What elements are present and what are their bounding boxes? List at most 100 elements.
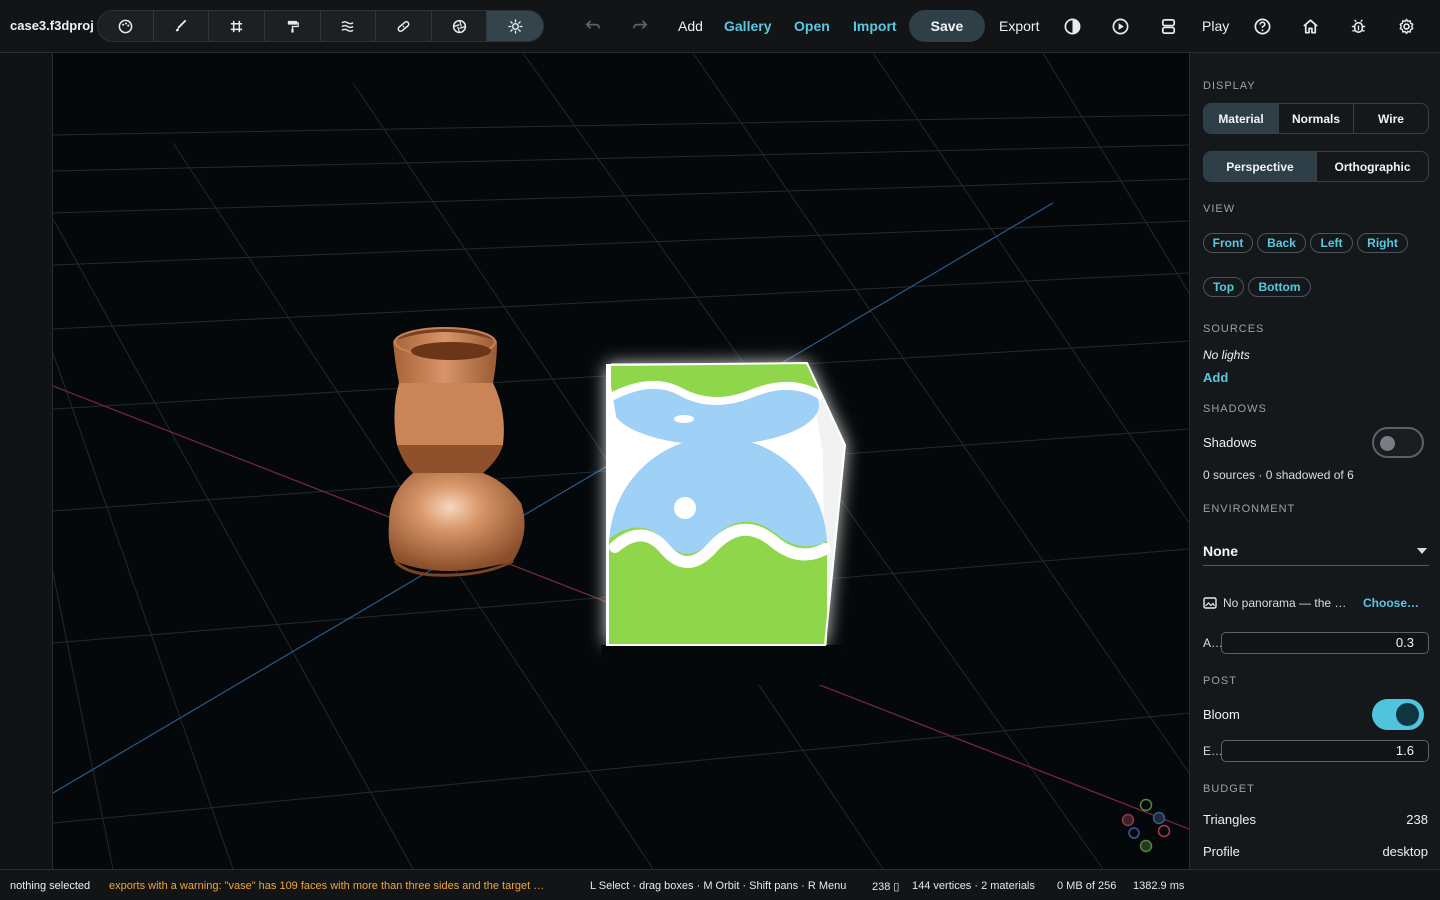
panorama-status-text: No panorama — the … <box>1223 596 1347 610</box>
ambient-label: A… <box>1203 636 1224 650</box>
control-hints: L Select · drag boxes · M Orbit · Shift … <box>590 880 847 892</box>
view-left-button[interactable]: Left <box>1310 233 1353 253</box>
add-light-link[interactable]: Add <box>1203 370 1228 385</box>
brush-tool-button[interactable] <box>154 11 210 41</box>
aperture-tool-button[interactable] <box>432 11 488 41</box>
selection-status: nothing selected <box>10 880 91 892</box>
image-icon <box>1203 597 1217 609</box>
top-toolbar: case3.f3dproj Add Gallery Open Import Sa… <box>0 0 1440 53</box>
shadows-toggle[interactable] <box>1372 427 1424 458</box>
projection-selector: Perspective Orthographic <box>1203 151 1429 182</box>
normals-mode-button[interactable]: Normals <box>1279 104 1354 133</box>
logo-cube-model[interactable] <box>601 353 847 685</box>
toggle-knob <box>1396 703 1419 726</box>
home-icon <box>1302 18 1318 34</box>
profile-value: desktop <box>1382 844 1428 859</box>
view-top-button[interactable]: Top <box>1203 277 1244 297</box>
properties-panel: DISPLAY Material Normals Wire Perspectiv… <box>1189 53 1440 869</box>
shadows-label: Shadows <box>1203 435 1257 450</box>
redo-icon <box>632 19 647 29</box>
triangle-count: 238 ▯ <box>872 881 900 893</box>
shadows-section-title: SHADOWS <box>1203 403 1267 415</box>
palette-tool-button[interactable] <box>98 11 154 41</box>
orthographic-button[interactable]: Orthographic <box>1317 152 1428 181</box>
help-icon <box>1254 18 1270 34</box>
contrast-button[interactable] <box>1059 13 1085 39</box>
undo-button[interactable] <box>579 13 605 39</box>
layout-button[interactable] <box>1155 13 1181 39</box>
bandage-tool-button[interactable] <box>376 11 432 41</box>
import-link[interactable]: Import <box>853 18 897 34</box>
export-warning[interactable]: exports with a warning: "vase" has 109 f… <box>109 880 579 892</box>
add-button[interactable]: Add <box>678 18 703 34</box>
sources-section-title: SOURCES <box>1203 323 1265 335</box>
bug-icon <box>1351 18 1365 33</box>
bandage-icon <box>397 20 410 32</box>
environment-section-title: ENVIRONMENT <box>1203 503 1296 515</box>
display-section-title: DISPLAY <box>1203 80 1256 92</box>
axis-gizmo[interactable] <box>1121 798 1171 853</box>
grid-tool-button[interactable] <box>209 11 265 41</box>
3d-viewport[interactable] <box>53 53 1189 869</box>
scene-canvas[interactable] <box>53 53 1189 869</box>
redo-button[interactable] <box>627 13 653 39</box>
environment-selected-value: None <box>1203 543 1238 559</box>
status-bar: nothing selected exports with a warning:… <box>0 869 1440 900</box>
play-circle-icon <box>1112 18 1128 34</box>
bloom-label: Bloom <box>1203 707 1240 722</box>
waves-icon <box>341 20 354 32</box>
post-section-title: POST <box>1203 675 1237 687</box>
chevron-down-icon <box>1417 548 1427 554</box>
contrast-icon <box>1064 18 1080 34</box>
paint-roller-icon <box>287 20 299 33</box>
environment-select[interactable]: None <box>1203 536 1429 566</box>
project-name: case3.f3dproj <box>10 18 94 33</box>
triangles-label: Triangles <box>1203 812 1256 827</box>
no-lights-text: No lights <box>1203 348 1250 362</box>
exposure-label: E… <box>1203 744 1224 758</box>
profile-label: Profile <box>1203 844 1240 859</box>
home-button[interactable] <box>1297 13 1323 39</box>
preview-play-button[interactable] <box>1107 13 1133 39</box>
grid-icon <box>230 20 243 32</box>
layout-icon <box>1161 18 1175 34</box>
z-axis-line <box>53 202 1054 794</box>
view-section-title: VIEW <box>1203 203 1236 215</box>
exposure-input[interactable]: 1.6 <box>1221 740 1429 762</box>
waves-tool-button[interactable] <box>321 11 377 41</box>
choose-panorama-link[interactable]: Choose… <box>1363 596 1419 610</box>
frame-time: 1382.9 ms <box>1133 880 1185 892</box>
wire-mode-button[interactable]: Wire <box>1354 104 1428 133</box>
help-button[interactable] <box>1249 13 1275 39</box>
view-bottom-button[interactable]: Bottom <box>1248 277 1311 297</box>
brush-icon <box>176 19 187 31</box>
material-mode-button[interactable]: Material <box>1204 104 1279 133</box>
undo-icon <box>585 19 600 29</box>
tool-group <box>97 10 544 42</box>
sun-icon <box>507 18 523 34</box>
export-button[interactable]: Export <box>999 18 1039 34</box>
perspective-button[interactable]: Perspective <box>1204 152 1317 181</box>
view-back-button[interactable]: Back <box>1257 233 1306 253</box>
vertex-material-count: 144 vertices · 2 materials <box>912 880 1035 892</box>
play-button[interactable]: Play <box>1202 18 1229 34</box>
light-tool-button[interactable] <box>487 11 543 41</box>
view-front-button[interactable]: Front <box>1203 233 1253 253</box>
gear-icon <box>1399 18 1413 34</box>
memory-usage: 0 MB of 256 <box>1057 880 1117 892</box>
open-link[interactable]: Open <box>794 18 830 34</box>
save-button[interactable]: Save <box>909 10 985 42</box>
palette-icon <box>118 19 133 33</box>
vase-model[interactable] <box>388 327 525 577</box>
bloom-toggle[interactable] <box>1372 699 1424 730</box>
left-rail <box>0 53 53 869</box>
ambient-input[interactable]: 0.3 <box>1221 632 1429 654</box>
debug-button[interactable] <box>1345 13 1371 39</box>
display-mode-selector: Material Normals Wire <box>1203 103 1429 134</box>
settings-button[interactable] <box>1393 13 1419 39</box>
view-right-button[interactable]: Right <box>1357 233 1408 253</box>
aperture-icon <box>452 19 466 33</box>
paint-roller-tool-button[interactable] <box>265 11 321 41</box>
toggle-knob <box>1380 436 1395 451</box>
gallery-link[interactable]: Gallery <box>724 18 771 34</box>
